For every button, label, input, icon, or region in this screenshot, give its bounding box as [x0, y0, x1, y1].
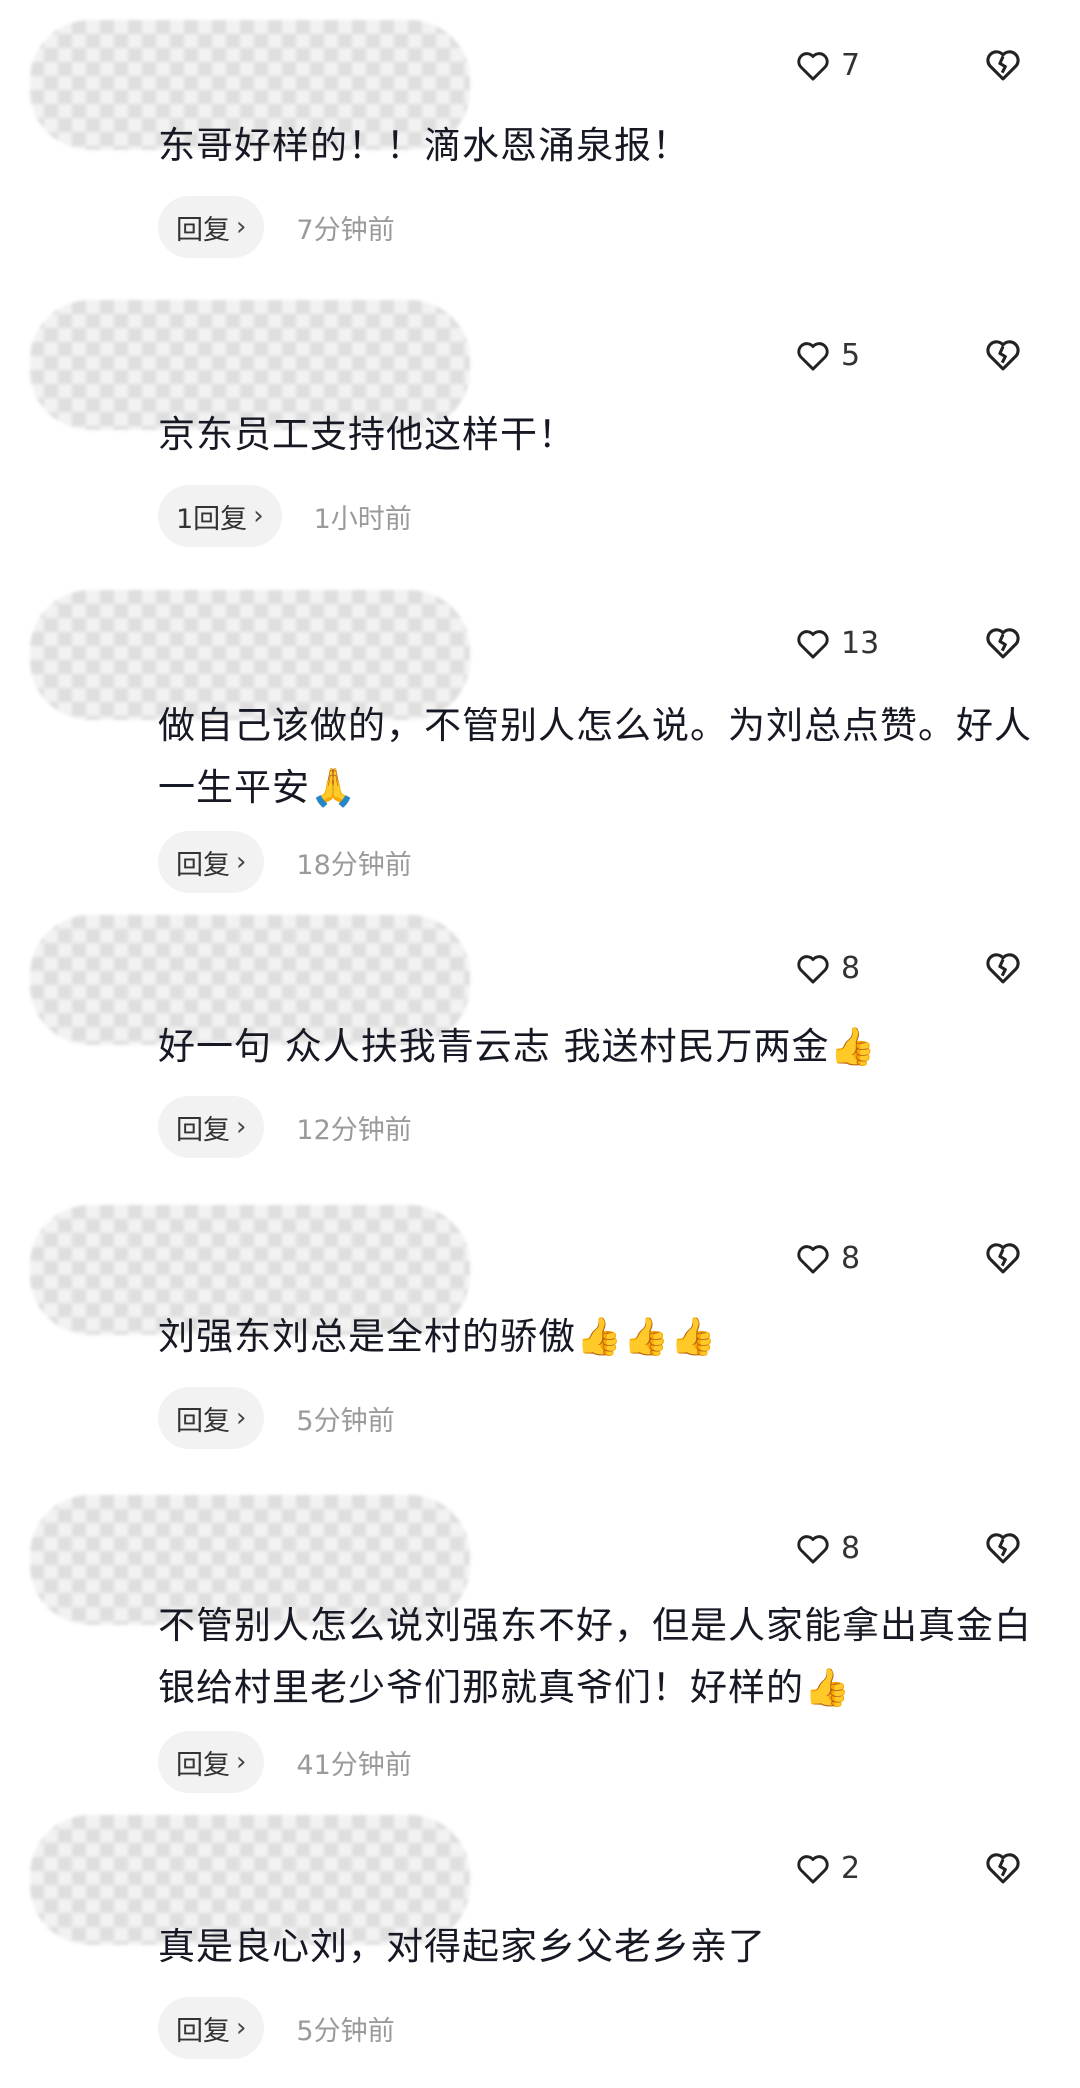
like-button[interactable]: 7: [795, 48, 860, 83]
like-count: 13: [841, 626, 880, 661]
heart-outline-icon: [797, 51, 829, 81]
like-button[interactable]: 8: [795, 1531, 860, 1566]
reply-label: 回复: [176, 1405, 230, 1437]
chevron-right-icon: ›: [236, 2013, 247, 2043]
like-button[interactable]: 5: [795, 338, 860, 373]
dislike-button[interactable]: [984, 1851, 1022, 1889]
timestamp: 18分钟前: [296, 849, 412, 881]
comment-text: 京东员工支持他这样干！: [158, 413, 576, 456]
like-button[interactable]: 8: [795, 951, 860, 986]
chevron-right-icon: ›: [236, 847, 247, 877]
reply-label: 1回复: [176, 503, 248, 535]
broken-heart-icon: [986, 953, 1020, 984]
comment-text: 好一句 众人扶我青云志 我送村民万两金👍: [158, 1025, 877, 1068]
dislike-button[interactable]: [984, 1241, 1022, 1279]
chevron-right-icon: ›: [236, 212, 247, 242]
heart-outline-icon: [797, 629, 829, 659]
reply-label: 回复: [176, 1114, 230, 1146]
comment-text: 不管别人怎么说刘强东不好，但是人家能拿出真金白银给村里老少爷们那就真爷们！好样的…: [158, 1604, 1032, 1709]
dislike-button[interactable]: [984, 951, 1022, 989]
heart-outline-icon: [797, 1534, 829, 1564]
chevron-right-icon: ›: [236, 1747, 247, 1777]
timestamp: 5分钟前: [296, 2015, 395, 2047]
chevron-right-icon: ›: [253, 501, 264, 531]
like-count: 8: [841, 1241, 861, 1276]
broken-heart-icon: [986, 340, 1020, 371]
timestamp: 41分钟前: [296, 1749, 412, 1781]
reply-label: 回复: [176, 2015, 230, 2047]
like-button[interactable]: 8: [795, 1241, 860, 1276]
comment-meta: 回复 › 12分钟前: [158, 1096, 412, 1158]
dislike-button[interactable]: [984, 626, 1022, 664]
dislike-button[interactable]: [984, 338, 1022, 376]
heart-outline-icon: [797, 1854, 829, 1884]
like-button[interactable]: 13: [795, 626, 879, 661]
reply-button[interactable]: 回复 ›: [158, 1997, 265, 2059]
reply-button[interactable]: 回复 ›: [158, 196, 265, 258]
comment-meta: 1回复 › 1小时前: [158, 485, 412, 547]
comment-meta: 回复 › 41分钟前: [158, 1731, 412, 1793]
broken-heart-icon: [986, 1243, 1020, 1274]
chevron-right-icon: ›: [236, 1403, 247, 1433]
like-count: 7: [841, 48, 861, 83]
like-count: 8: [841, 1531, 861, 1566]
comment-meta: 回复 › 5分钟前: [158, 1387, 395, 1449]
timestamp: 12分钟前: [296, 1114, 412, 1146]
reply-button[interactable]: 回复 ›: [158, 831, 265, 893]
dislike-button[interactable]: [984, 1531, 1022, 1569]
heart-outline-icon: [797, 341, 829, 371]
comment-meta: 回复 › 18分钟前: [158, 831, 412, 893]
reply-button[interactable]: 1回复 ›: [158, 485, 282, 547]
broken-heart-icon: [986, 50, 1020, 81]
reply-label: 回复: [176, 849, 230, 881]
dislike-button[interactable]: [984, 48, 1022, 86]
comment-text: 真是良心刘，对得起家乡父老乡亲了: [158, 1925, 766, 1968]
heart-outline-icon: [797, 1244, 829, 1274]
like-button[interactable]: 2: [795, 1851, 860, 1886]
broken-heart-icon: [986, 1853, 1020, 1884]
heart-outline-icon: [797, 954, 829, 984]
reply-button[interactable]: 回复 ›: [158, 1096, 265, 1158]
reply-button[interactable]: 回复 ›: [158, 1731, 265, 1793]
reply-label: 回复: [176, 1749, 230, 1781]
comment-text: 做自己该做的，不管别人怎么说。为刘总点赞。好人一生平安🙏: [158, 704, 1032, 809]
chevron-right-icon: ›: [236, 1112, 247, 1142]
comment-meta: 回复 › 7分钟前: [158, 196, 395, 258]
like-count: 5: [841, 338, 861, 373]
comment-meta: 回复 › 5分钟前: [158, 1997, 395, 2059]
like-count: 8: [841, 951, 861, 986]
reply-label: 回复: [176, 214, 230, 246]
broken-heart-icon: [986, 1533, 1020, 1564]
timestamp: 7分钟前: [296, 214, 395, 246]
broken-heart-icon: [986, 628, 1020, 659]
comment-text: 东哥好样的！！滴水恩涌泉报！: [158, 124, 690, 167]
like-count: 2: [841, 1851, 861, 1886]
timestamp: 1小时前: [313, 503, 412, 535]
timestamp: 5分钟前: [296, 1405, 395, 1437]
reply-button[interactable]: 回复 ›: [158, 1387, 265, 1449]
comment-text: 刘强东刘总是全村的骄傲👍👍👍: [158, 1315, 718, 1358]
